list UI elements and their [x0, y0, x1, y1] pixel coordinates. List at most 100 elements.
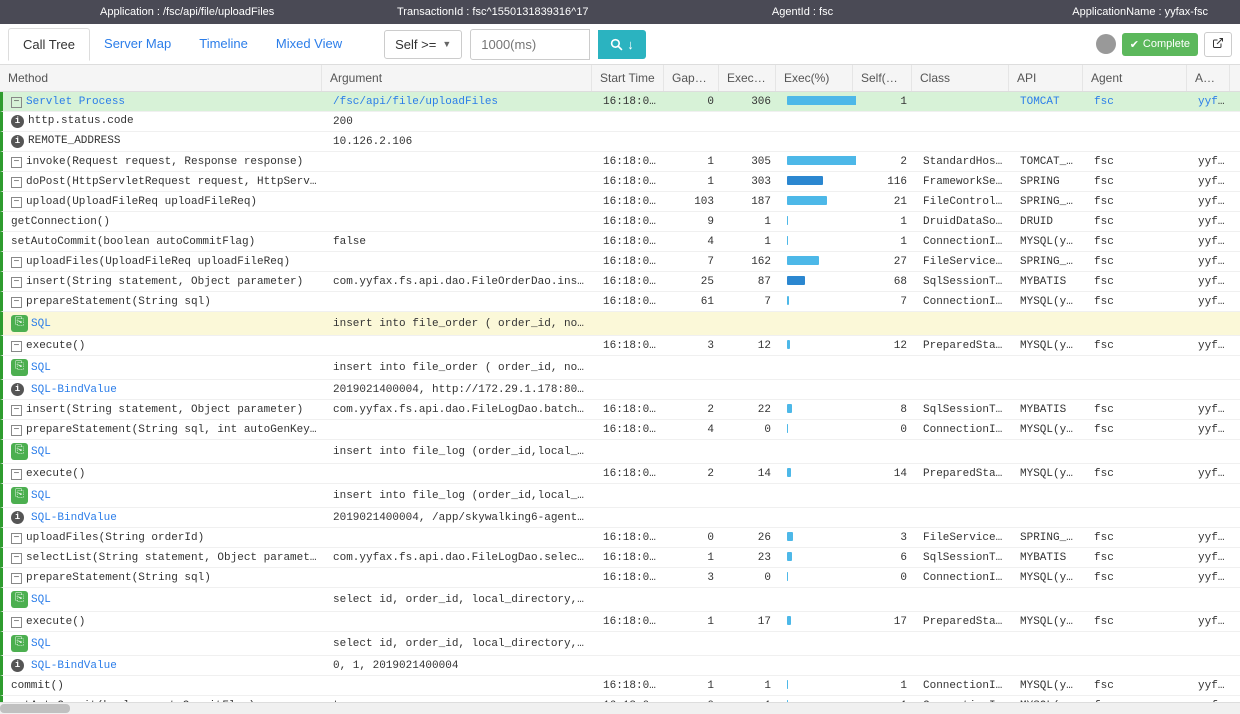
- agent-cell: fsc: [1086, 213, 1190, 231]
- exec-pct-cell: [779, 321, 856, 327]
- header-gap[interactable]: Gap(ms): [664, 65, 719, 91]
- header-exec-pct[interactable]: Exec(%): [776, 65, 853, 91]
- filter-mode-dropdown[interactable]: Self >= ▼: [384, 30, 462, 59]
- table-row[interactable]: −insert(String statement, Object paramet…: [0, 400, 1240, 420]
- exec-cell: 0: [722, 421, 779, 439]
- table-row[interactable]: −prepareStatement(String sql, int autoGe…: [0, 420, 1240, 440]
- info-icon: i: [11, 383, 24, 396]
- collapse-icon[interactable]: −: [11, 469, 22, 480]
- table-row[interactable]: −doPost(HttpServletRequest request, Http…: [0, 172, 1240, 192]
- table-row[interactable]: ⎘ SQLselect id, order_id, local_director…: [0, 632, 1240, 656]
- agent-cell: [1086, 321, 1190, 327]
- self-cell: 12: [856, 337, 915, 355]
- gap-cell: [667, 365, 722, 371]
- download-icon[interactable]: [1096, 34, 1116, 54]
- table-row[interactable]: −execute()16:18:05 28431212PreparedState…: [0, 336, 1240, 356]
- class-cell: ConnectionImpl: [915, 233, 1012, 251]
- tab-timeline[interactable]: Timeline: [185, 28, 262, 60]
- agent-cell: fsc: [1086, 93, 1190, 111]
- table-row[interactable]: −Servlet Process/fsc/api/file/uploadFile…: [0, 92, 1240, 112]
- self-cell: 116: [856, 173, 915, 191]
- table-row[interactable]: i SQL-BindValue2019021400004, http://172…: [0, 380, 1240, 400]
- search-button[interactable]: ↓: [598, 30, 646, 59]
- exec-pct-cell: [779, 663, 856, 669]
- collapse-icon[interactable]: −: [11, 405, 22, 416]
- complete-badge[interactable]: ✔ Complete: [1122, 33, 1198, 56]
- gap-cell: [667, 139, 722, 145]
- scrollbar-thumb[interactable]: [0, 704, 70, 713]
- collapse-icon[interactable]: −: [11, 97, 22, 108]
- table-row[interactable]: ihttp.status.code200: [0, 112, 1240, 132]
- table-row[interactable]: ⎘ SQLinsert into file_log (order_id,loca…: [0, 484, 1240, 508]
- filter-value-input[interactable]: [470, 29, 590, 60]
- table-row[interactable]: commit()16:18:05 351111ConnectionImplMYS…: [0, 676, 1240, 696]
- table-row[interactable]: ⎘ SQLinsert into file_log (order_id,loca…: [0, 440, 1240, 464]
- horizontal-scrollbar[interactable]: [0, 702, 1240, 714]
- collapse-icon[interactable]: −: [11, 197, 22, 208]
- header-class[interactable]: Class: [912, 65, 1009, 91]
- table-row[interactable]: −prepareStatement(String sql)16:18:05 27…: [0, 292, 1240, 312]
- gap-cell: 0: [667, 93, 722, 111]
- collapse-icon[interactable]: −: [11, 425, 22, 436]
- collapse-icon[interactable]: −: [11, 257, 22, 268]
- start-time-cell: [595, 663, 667, 669]
- popout-button[interactable]: [1204, 32, 1232, 57]
- table-row[interactable]: getConnection()16:18:05 175911DruidDataS…: [0, 212, 1240, 232]
- argument-cell: [325, 427, 595, 433]
- table-row[interactable]: −prepareStatement(String sql)16:18:05 32…: [0, 568, 1240, 588]
- exec-pct-cell: [779, 119, 856, 125]
- search-icon: [610, 38, 623, 51]
- application-cell: yyfax-: [1190, 337, 1233, 355]
- api-cell: SPRING: [1012, 173, 1086, 191]
- collapse-icon[interactable]: −: [11, 157, 22, 168]
- table-row[interactable]: −execute()16:18:05 30821414PreparedState…: [0, 464, 1240, 484]
- collapse-icon[interactable]: −: [11, 617, 22, 628]
- table-row[interactable]: −insert(String statement, Object paramet…: [0, 272, 1240, 292]
- table-row[interactable]: iREMOTE_ADDRESS10.126.2.106: [0, 132, 1240, 152]
- sql-icon: ⎘: [11, 315, 28, 332]
- header-method[interactable]: Method: [0, 65, 322, 91]
- collapse-icon[interactable]: −: [11, 533, 22, 544]
- header-api[interactable]: API: [1009, 65, 1083, 91]
- class-cell: [915, 321, 1012, 327]
- table-row[interactable]: −upload(UploadFileReq uploadFileReq)16:1…: [0, 192, 1240, 212]
- header-self[interactable]: Self(ms): [853, 65, 912, 91]
- method-name: commit(): [11, 680, 64, 692]
- collapse-icon[interactable]: −: [11, 553, 22, 564]
- header-application[interactable]: Application: [1187, 65, 1230, 91]
- table-row[interactable]: setAutoCommit(boolean autoCommitFlag)fal…: [0, 232, 1240, 252]
- table-row[interactable]: −execute()16:18:05 32911717PreparedState…: [0, 612, 1240, 632]
- table-row[interactable]: −uploadFiles(UploadFileReq uploadFileReq…: [0, 252, 1240, 272]
- application-cell: [1190, 365, 1233, 371]
- collapse-icon[interactable]: −: [11, 277, 22, 288]
- table-row[interactable]: i SQL-BindValue2019021400004, /app/skywa…: [0, 508, 1240, 528]
- application-cell: yyfax-: [1190, 273, 1233, 291]
- call-tree-rows[interactable]: −Servlet Process/fsc/api/file/uploadFile…: [0, 92, 1240, 702]
- collapse-icon[interactable]: −: [11, 297, 22, 308]
- table-row[interactable]: i SQL-BindValue0, 1, 2019021400004: [0, 656, 1240, 676]
- api-cell: [1012, 663, 1086, 669]
- table-row[interactable]: −selectList(String statement, Object par…: [0, 548, 1240, 568]
- tab-server-map[interactable]: Server Map: [90, 28, 185, 60]
- api-cell: MYSQL(yyfax_…: [1012, 677, 1086, 695]
- collapse-icon[interactable]: −: [11, 573, 22, 584]
- tab-mixed-view[interactable]: Mixed View: [262, 28, 356, 60]
- table-row[interactable]: ⎘ SQLinsert into file_order ( order_id, …: [0, 356, 1240, 380]
- header-start-time[interactable]: Start Time: [592, 65, 664, 91]
- tab-call-tree[interactable]: Call Tree: [8, 28, 90, 61]
- collapse-icon[interactable]: −: [11, 177, 22, 188]
- table-row[interactable]: −uploadFiles(String orderId)16:18:05 324…: [0, 528, 1240, 548]
- argument-cell: com.yyfax.fs.api.dao.FileOrderDao.insert…: [325, 273, 595, 291]
- header-exec[interactable]: Exec(ms): [719, 65, 776, 91]
- table-row[interactable]: ⎘ SQLselect id, order_id, local_director…: [0, 588, 1240, 612]
- table-row[interactable]: −invoke(Request request, Response respon…: [0, 152, 1240, 172]
- gap-cell: 4: [667, 421, 722, 439]
- exec-pct-cell: [779, 337, 856, 355]
- class-cell: [915, 99, 1012, 105]
- sql-badge: ⎘ SQL: [11, 315, 51, 332]
- api-cell: TOMCAT: [1012, 93, 1086, 111]
- collapse-icon[interactable]: −: [11, 341, 22, 352]
- header-agent[interactable]: Agent: [1083, 65, 1187, 91]
- header-argument[interactable]: Argument: [322, 65, 592, 91]
- table-row[interactable]: ⎘ SQLinsert into file_order ( order_id, …: [0, 312, 1240, 336]
